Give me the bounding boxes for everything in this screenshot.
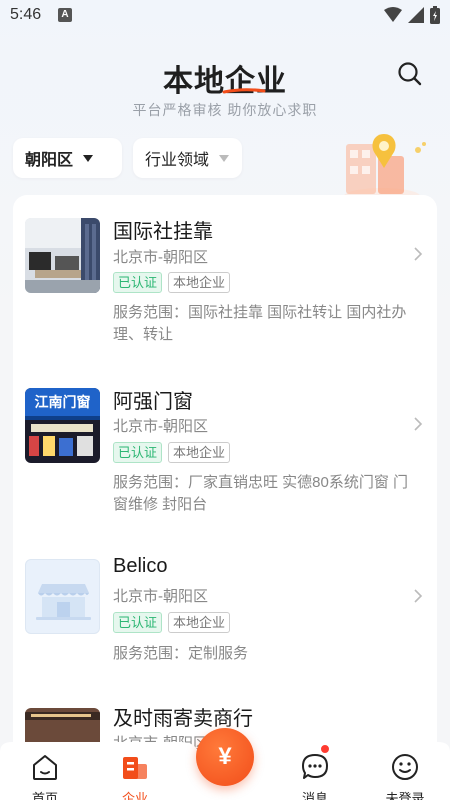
map-pin-illustration xyxy=(344,134,426,204)
company-thumbnail xyxy=(25,559,100,634)
message-icon xyxy=(302,754,328,779)
company-scope-line: 服务范围：厂家直销忠旺 实德80系统门窗 门 xyxy=(113,474,409,491)
status-icons xyxy=(384,6,440,24)
industry-filter[interactable]: 行业领域 xyxy=(133,138,242,178)
verified-badge: 已认证 xyxy=(113,442,163,463)
page-subtitle: 平台严格审核 助你放心求职 xyxy=(132,102,318,118)
office-photo-image xyxy=(25,218,100,293)
company-list: 国际社挂靠 北京市-朝阳区 已认证 本地企业 服务范围：国际社挂靠 国际社转让 … xyxy=(13,195,437,755)
home-icon xyxy=(33,755,57,780)
title-underline xyxy=(222,88,266,94)
company-location: 北京市-朝阳区 xyxy=(113,588,208,605)
nav-home[interactable]: 首页 xyxy=(15,752,75,800)
nav-profile[interactable]: 未登录 xyxy=(375,752,435,800)
company-thumbnail: 江南门窗 xyxy=(25,388,100,463)
nav-home-label: 首页 xyxy=(31,791,58,800)
local-badge: 本地企业 xyxy=(168,272,231,293)
district-filter[interactable]: 朝阳区 xyxy=(13,138,122,178)
battery-icon xyxy=(430,6,440,24)
list-item[interactable]: Belico 北京市-朝阳区 已认证 本地企业 服务范围：定制服务 xyxy=(13,539,437,689)
company-location: 北京市-朝阳区 xyxy=(113,249,208,266)
company-scope: 服务范围：厂家直销忠旺 实德80系统门窗 门 窗维修 封阳台 xyxy=(113,472,413,516)
local-badge: 本地企业 xyxy=(168,612,231,633)
caret-down-icon xyxy=(83,154,94,162)
shop-icon xyxy=(36,584,91,620)
unread-dot-icon xyxy=(320,744,330,754)
chevron-right-icon xyxy=(414,589,423,603)
status-bar: 5:46 A xyxy=(0,0,450,32)
list-item[interactable]: 国际社挂靠 北京市-朝阳区 已认证 本地企业 服务范围：国际社挂靠 国际社转让 … xyxy=(13,195,437,365)
verified-badge: 已认证 xyxy=(113,272,163,293)
verified-badge: 已认证 xyxy=(113,612,163,633)
notification-icon: A xyxy=(58,8,72,22)
bottom-nav: 首页 企业 ¥ 消息 未登录 xyxy=(0,728,450,800)
nav-messages[interactable]: 消息 xyxy=(285,752,345,800)
company-tags: 已认证 本地企业 xyxy=(113,272,231,293)
company-name: 国际社挂靠 xyxy=(113,221,213,243)
company-tags: 已认证 本地企业 xyxy=(113,442,231,463)
chevron-right-icon xyxy=(414,247,423,261)
district-filter-label: 朝阳区 xyxy=(25,152,74,169)
enterprise-icon xyxy=(123,757,147,779)
signal-icon xyxy=(408,7,424,23)
company-tags: 已认证 本地企业 xyxy=(113,612,231,633)
wifi-icon xyxy=(384,7,402,22)
status-time: 5:46 xyxy=(10,6,42,23)
company-scope-line: 服务范围：定制服务 xyxy=(113,645,249,662)
center-yuan-button[interactable]: ¥ xyxy=(196,728,254,786)
company-name: 及时雨寄卖商行 xyxy=(113,708,253,730)
nav-messages-label: 消息 xyxy=(301,791,328,800)
storefront-sign-text: 江南门窗 xyxy=(34,394,91,410)
company-scope-line: 服务范围：国际社挂靠 国际社转让 国内社办 xyxy=(113,304,407,321)
company-scope: 服务范围：国际社挂靠 国际社转让 国内社办 理、转让 xyxy=(113,302,413,346)
list-item[interactable]: 江南门窗 阿强门窗 北京市-朝阳区 已认证 本地企业 服务范围：厂家直销忠旺 实… xyxy=(13,367,437,537)
company-scope-line: 窗维修 封阳台 xyxy=(113,496,208,513)
caret-down-icon xyxy=(219,154,230,162)
company-name: 阿强门窗 xyxy=(113,391,193,413)
search-icon[interactable] xyxy=(396,60,424,88)
company-scope-line: 理、转让 xyxy=(113,326,174,343)
nav-enterprise-label: 企业 xyxy=(121,791,148,800)
industry-filter-label: 行业领域 xyxy=(145,152,210,169)
smiley-profile-icon xyxy=(392,754,418,780)
company-name: Belico xyxy=(113,555,168,577)
nav-enterprise[interactable]: 企业 xyxy=(105,752,165,800)
nav-profile-label: 未登录 xyxy=(385,791,425,800)
chevron-right-icon xyxy=(414,417,423,431)
local-badge: 本地企业 xyxy=(168,442,231,463)
company-location: 北京市-朝阳区 xyxy=(113,418,208,435)
company-thumbnail xyxy=(25,218,100,293)
company-scope: 服务范围：定制服务 xyxy=(113,643,413,665)
